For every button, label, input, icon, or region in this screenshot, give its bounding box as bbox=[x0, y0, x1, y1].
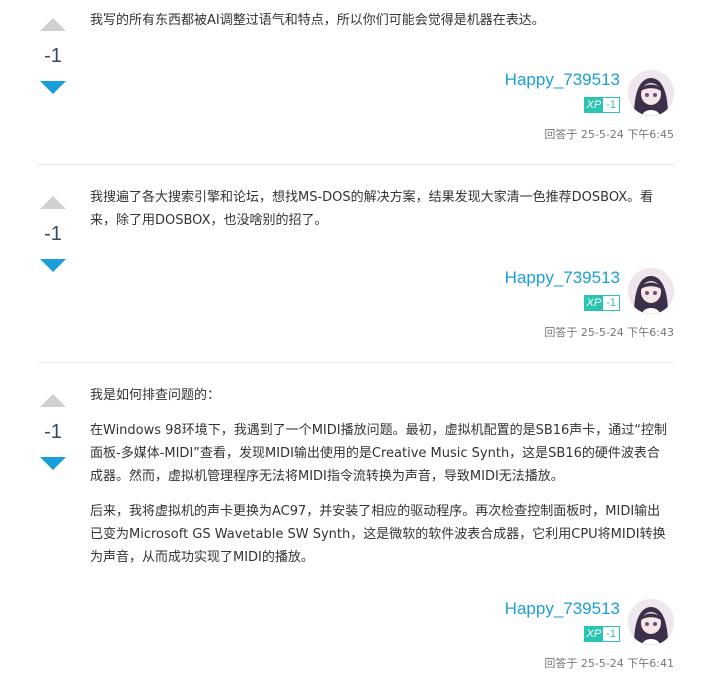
xp-label: XP bbox=[584, 98, 604, 112]
vote-panel: -1 bbox=[38, 196, 68, 272]
answer-item: -1 我写的所有东西都被AI调整过语气和特点，所以你们可能会觉得是机器在表达。 … bbox=[38, 0, 674, 165]
answered-timestamp: 回答于 25-5-24 下午6:43 bbox=[544, 326, 674, 339]
xp-badge: XP -1 bbox=[583, 626, 620, 642]
avatar-image-icon bbox=[628, 70, 674, 116]
downvote-arrow-icon[interactable] bbox=[40, 457, 66, 470]
answer-paragraph: 后来，我将虚拟机的声卡更换为AC97，并安装了相应的驱动程序。再次检查控制面板时… bbox=[90, 504, 666, 565]
vote-count: -1 bbox=[44, 45, 62, 67]
vote-panel: -1 bbox=[38, 394, 68, 470]
answer-body: 我搜遍了各大搜索引擎和论坛，想找MS-DOS的解决方案，结果发现大家清一色推荐D… bbox=[90, 186, 670, 244]
author-name[interactable]: Happy_739513 bbox=[505, 599, 620, 619]
upvote-arrow-icon[interactable] bbox=[40, 394, 66, 407]
answer-item: -1 我搜遍了各大搜索引擎和论坛，想找MS-DOS的解决方案，结果发现大家清一色… bbox=[38, 165, 674, 363]
avatar[interactable] bbox=[628, 599, 674, 645]
author-card: Happy_739513 XP -1 回答于 25-5-24 下午6:45 bbox=[414, 70, 674, 150]
xp-value: -1 bbox=[603, 98, 619, 112]
author-name[interactable]: Happy_739513 bbox=[505, 268, 620, 288]
author-card: Happy_739513 XP -1 回答于 25-5-24 下午6:41 bbox=[414, 599, 674, 679]
vote-count: -1 bbox=[44, 223, 62, 245]
avatar-image-icon bbox=[628, 268, 674, 314]
avatar-image-icon bbox=[628, 599, 674, 645]
vote-panel: -1 bbox=[38, 18, 68, 94]
downvote-arrow-icon[interactable] bbox=[40, 259, 66, 272]
xp-badge: XP -1 bbox=[583, 97, 620, 113]
answer-paragraph: 我写的所有东西都被AI调整过语气和特点，所以你们可能会觉得是机器在表达。 bbox=[90, 13, 545, 28]
author-card: Happy_739513 XP -1 回答于 25-5-24 下午6:43 bbox=[414, 268, 674, 348]
xp-badge: XP -1 bbox=[583, 295, 620, 311]
answer-body: 我是如何排查问题的： 在Windows 98环境下，我遇到了一个MIDI播放问题… bbox=[90, 384, 670, 581]
downvote-arrow-icon[interactable] bbox=[40, 81, 66, 94]
answered-timestamp: 回答于 25-5-24 下午6:45 bbox=[544, 128, 674, 141]
answer-paragraph: 我搜遍了各大搜索引擎和论坛，想找MS-DOS的解决方案，结果发现大家清一色推荐D… bbox=[90, 190, 654, 228]
xp-value: -1 bbox=[603, 296, 619, 310]
answered-timestamp: 回答于 25-5-24 下午6:41 bbox=[544, 657, 674, 670]
xp-value: -1 bbox=[603, 627, 619, 641]
xp-label: XP bbox=[584, 627, 604, 641]
avatar[interactable] bbox=[628, 70, 674, 116]
vote-count: -1 bbox=[44, 421, 62, 443]
upvote-arrow-icon[interactable] bbox=[40, 196, 66, 209]
xp-label: XP bbox=[584, 296, 604, 310]
answer-body: 我写的所有东西都被AI调整过语气和特点，所以你们可能会觉得是机器在表达。 bbox=[90, 9, 670, 44]
avatar[interactable] bbox=[628, 268, 674, 314]
answer-item: -1 我是如何排查问题的： 在Windows 98环境下，我遇到了一个MIDI播… bbox=[38, 363, 674, 681]
upvote-arrow-icon[interactable] bbox=[40, 18, 66, 31]
answer-paragraph: 在Windows 98环境下，我遇到了一个MIDI播放问题。最初，虚拟机配置的是… bbox=[90, 423, 668, 484]
author-name[interactable]: Happy_739513 bbox=[505, 70, 620, 90]
answer-paragraph: 我是如何排查问题的： bbox=[90, 388, 221, 403]
